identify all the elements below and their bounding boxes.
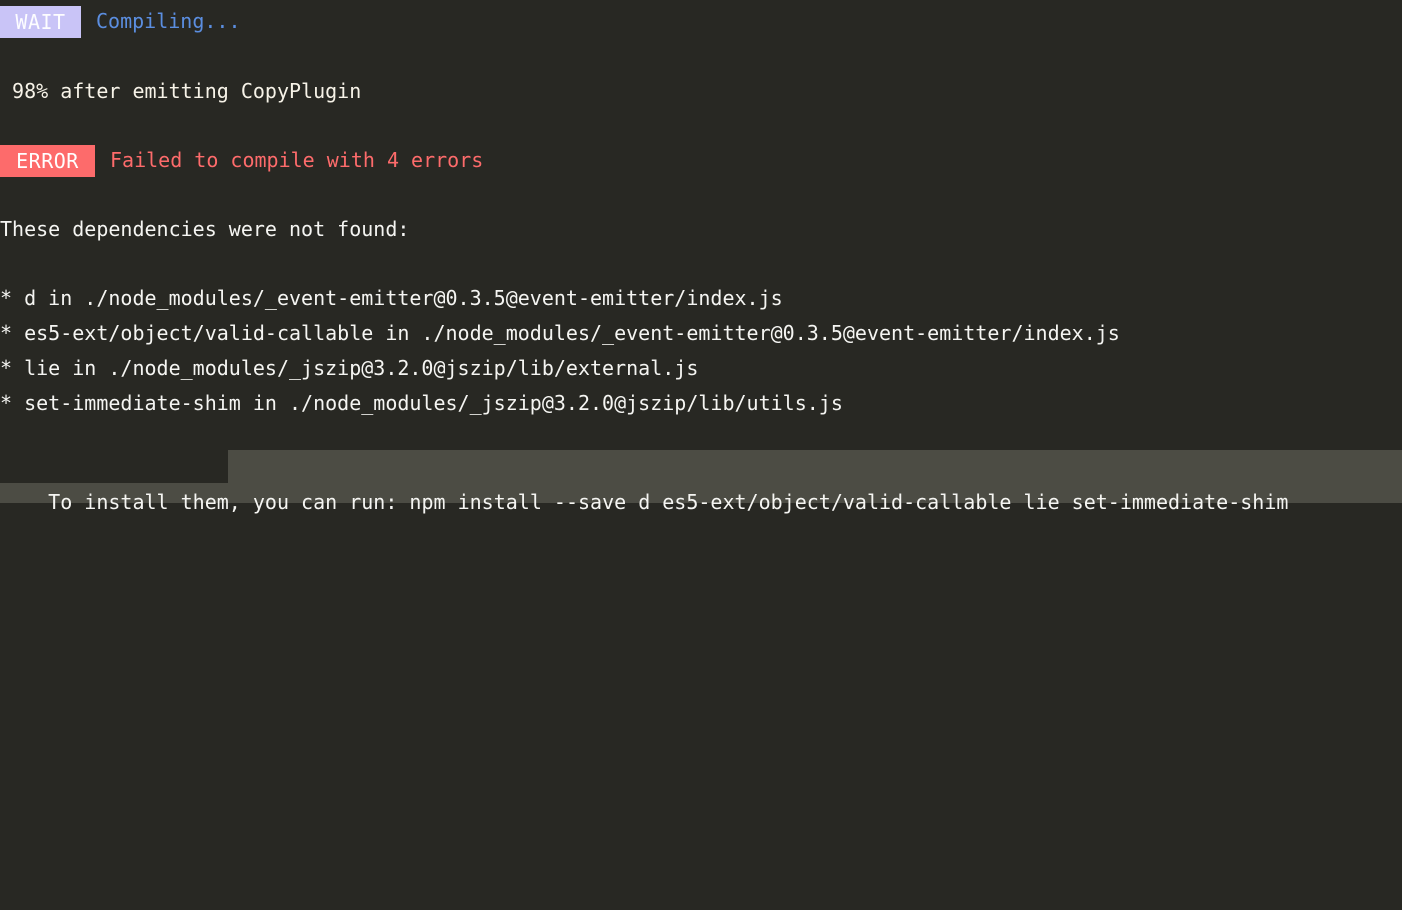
- progress-line: 98% after emitting CopyPlugin: [0, 79, 362, 103]
- status-message-failed: Failed to compile with 4 errors: [110, 148, 484, 172]
- status-badge-wait: WAIT: [0, 5, 81, 38]
- install-hint-line[interactable]: To install them, you can run: npm instal…: [0, 450, 1288, 514]
- status-message-compiling: Compiling...: [96, 9, 241, 33]
- status-line-wait: WAIT Compiling...: [0, 4, 241, 39]
- error-item: * lie in ./node_modules/_jszip@3.2.0@jsz…: [0, 356, 699, 380]
- errors-heading: These dependencies were not found:: [0, 217, 410, 241]
- error-item: * set-immediate-shim in ./node_modules/_…: [0, 391, 843, 415]
- install-hint-prefix: To install them,: [48, 490, 253, 514]
- install-hint-selected: you can run: npm install --save d es5-ex…: [252, 490, 1289, 514]
- error-item: * es5-ext/object/valid-callable in ./nod…: [0, 321, 1120, 345]
- error-item: * d in ./node_modules/_event-emitter@0.3…: [0, 286, 783, 310]
- status-badge-error: ERROR: [0, 144, 95, 177]
- status-line-error: ERROR Failed to compile with 4 errors: [0, 143, 483, 178]
- terminal-output-pane[interactable]: WAIT Compiling... 98% after emitting Cop…: [0, 0, 1402, 514]
